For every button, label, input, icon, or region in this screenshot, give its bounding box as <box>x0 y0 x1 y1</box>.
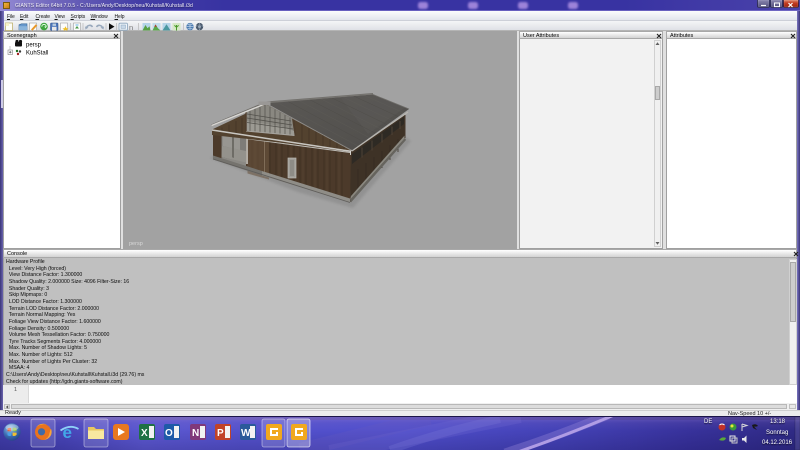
svg-text:O: O <box>165 428 173 439</box>
svg-text:n: n <box>129 22 133 30</box>
svg-text:N: N <box>192 428 199 439</box>
svg-text:W: W <box>241 428 251 439</box>
svg-text:P: P <box>217 428 224 439</box>
svg-text:persp: persp <box>26 43 42 49</box>
svg-text:X: X <box>141 428 148 439</box>
svg-text:e: e <box>63 423 72 442</box>
svg-text:KuhStall: KuhStall <box>26 51 48 57</box>
